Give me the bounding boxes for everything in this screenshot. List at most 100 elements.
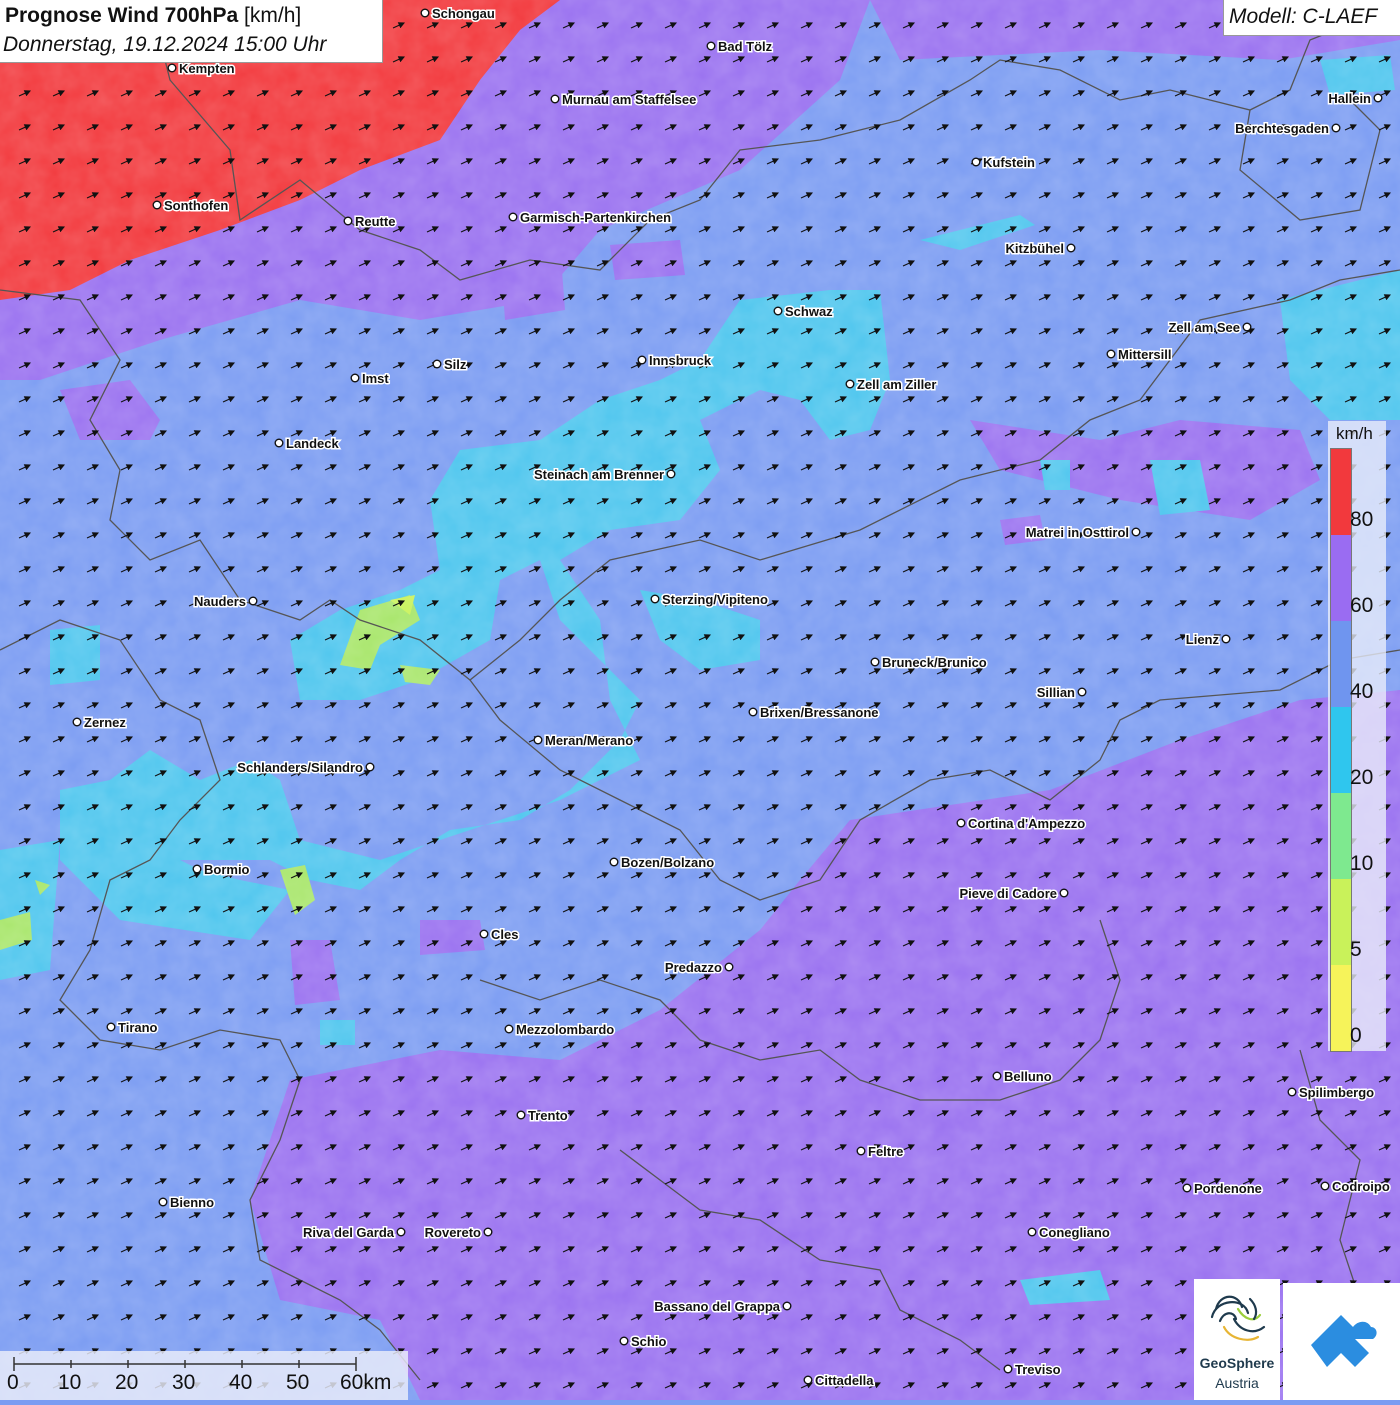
legend-color-60 (1331, 535, 1351, 621)
place-marker: Conegliano (1027, 1224, 1111, 1242)
place-dot (550, 94, 560, 104)
place-dot (1373, 93, 1383, 103)
place-marker: Sonthofen (152, 197, 230, 215)
place-marker: Pordenone (1182, 1180, 1263, 1198)
place-marker: Brixen/Bressanone (748, 704, 880, 722)
place-dot (748, 707, 758, 717)
scale-label-20: 20 (115, 1371, 139, 1394)
place-label: Pieve di Cadore (959, 886, 1057, 901)
legend-color-10 (1331, 793, 1351, 879)
place-label: Silz (444, 357, 467, 372)
place-dot (803, 1375, 813, 1385)
place-label: Bruneck/Brunico (882, 655, 987, 670)
place-dot (1059, 888, 1069, 898)
legend-color-5 (1331, 879, 1351, 965)
place-marker: Schongau (420, 5, 496, 23)
place-dot (773, 306, 783, 316)
place-label: Sillian (1037, 685, 1075, 700)
place-dot (420, 8, 430, 18)
legend-color-80 (1331, 449, 1351, 535)
place-dot (152, 200, 162, 210)
map-title-unit: [km/h] (244, 4, 302, 27)
place-dot (609, 857, 619, 867)
color-legend: km/h 80 60 40 20 10 5 0 (1328, 421, 1386, 1052)
place-dot (350, 373, 360, 383)
place-dot (870, 657, 880, 667)
place-dot (72, 717, 82, 727)
place-dot (992, 1071, 1002, 1081)
place-marker: Pieve di Cadore (958, 885, 1069, 903)
place-marker: Bruneck/Brunico (870, 654, 988, 672)
map-title: Prognose Wind 700hPa [km/h] (5, 4, 301, 28)
scale-label-50: 50 (286, 1371, 310, 1394)
geosphere-logo-name: GeoSphere (1199, 1355, 1275, 1371)
place-label: Reutte (355, 214, 395, 229)
forecast-datetime: Donnerstag, 19.12.2024 15:00 Uhr (3, 33, 327, 56)
legend-tick-label: 40 (1350, 680, 1374, 703)
place-label: Berchtesgaden (1235, 121, 1329, 136)
place-label: Treviso (1015, 1362, 1061, 1377)
wind-map: Schongau Bad Tölz Kempten Murnau am Staffel… (0, 0, 1400, 1400)
place-dot (1182, 1183, 1192, 1193)
scale-label-60km: 60km (340, 1371, 392, 1394)
place-marker: Cittadella (803, 1372, 876, 1390)
place-label: Bienno (170, 1195, 214, 1210)
place-dot (343, 216, 353, 226)
place-dot (1131, 527, 1141, 537)
place-label: Nauders (194, 594, 246, 609)
place-dot (1027, 1227, 1037, 1237)
scale-label-10: 10 (58, 1371, 82, 1394)
place-label: Mezzolombardo (516, 1022, 614, 1037)
scale-label-40: 40 (229, 1371, 253, 1394)
place-dot (508, 212, 518, 222)
place-marker: Bad Tölz (706, 38, 774, 56)
place-label: Kempten (179, 61, 235, 76)
place-label: Pordenone (1194, 1181, 1262, 1196)
place-label: Cles (491, 927, 518, 942)
place-marker: Garmisch-Partenkirchen (508, 209, 673, 227)
place-dot (1331, 123, 1341, 133)
place-label: Zernez (84, 715, 126, 730)
app-logo[interactable] (1283, 1283, 1400, 1400)
place-dot (1320, 1181, 1330, 1191)
place-marker: Murnau am Staffelsee (550, 91, 698, 109)
place-label: Belluno (1004, 1069, 1052, 1084)
geosphere-logo[interactable]: GeoSphere Austria (1194, 1279, 1280, 1400)
place-label: Schongau (432, 6, 495, 21)
place-label: Murnau am Staffelsee (562, 92, 696, 107)
place-dot (724, 962, 734, 972)
place-label: Feltre (868, 1144, 903, 1159)
place-dot (1242, 322, 1252, 332)
place-dot (956, 818, 966, 828)
place-label: Mittersill (1118, 347, 1171, 362)
place-dot (1066, 243, 1076, 253)
place-marker: Kempten (167, 60, 236, 78)
place-dot (274, 438, 284, 448)
place-dot (483, 1227, 493, 1237)
place-label: Innsbruck (649, 353, 712, 368)
place-dot (248, 596, 258, 606)
place-dot (1003, 1364, 1013, 1374)
place-label: Bormio (204, 862, 250, 877)
place-marker: Cortina d'Ampezzo (956, 815, 1087, 833)
legend-unit: km/h (1336, 424, 1373, 443)
place-marker: Bassano del Grappa (653, 1298, 792, 1316)
legend-tick-label: 5 (1350, 938, 1362, 961)
geosphere-logo-country: Austria (1215, 1375, 1259, 1391)
place-dot (192, 864, 202, 874)
place-marker: Riva del Garda (301, 1224, 406, 1242)
legend-tick-label: 20 (1350, 766, 1374, 789)
place-marker: Berchtesgaden (1234, 120, 1341, 138)
place-label: Cittadella (815, 1373, 874, 1388)
model-label: Modell: C-LAEF (1229, 5, 1378, 28)
legend-color-40 (1331, 621, 1351, 707)
place-dot (479, 929, 489, 939)
place-dot (1221, 634, 1231, 644)
place-label: Brixen/Bressanone (760, 705, 879, 720)
place-label: Schwaz (785, 304, 833, 319)
place-label: Riva del Garda (303, 1225, 395, 1240)
place-label: Zell am See (1168, 320, 1240, 335)
place-label: Matrei in Osttirol (1026, 525, 1129, 540)
place-dot (106, 1022, 116, 1032)
place-label: Conegliano (1039, 1225, 1110, 1240)
